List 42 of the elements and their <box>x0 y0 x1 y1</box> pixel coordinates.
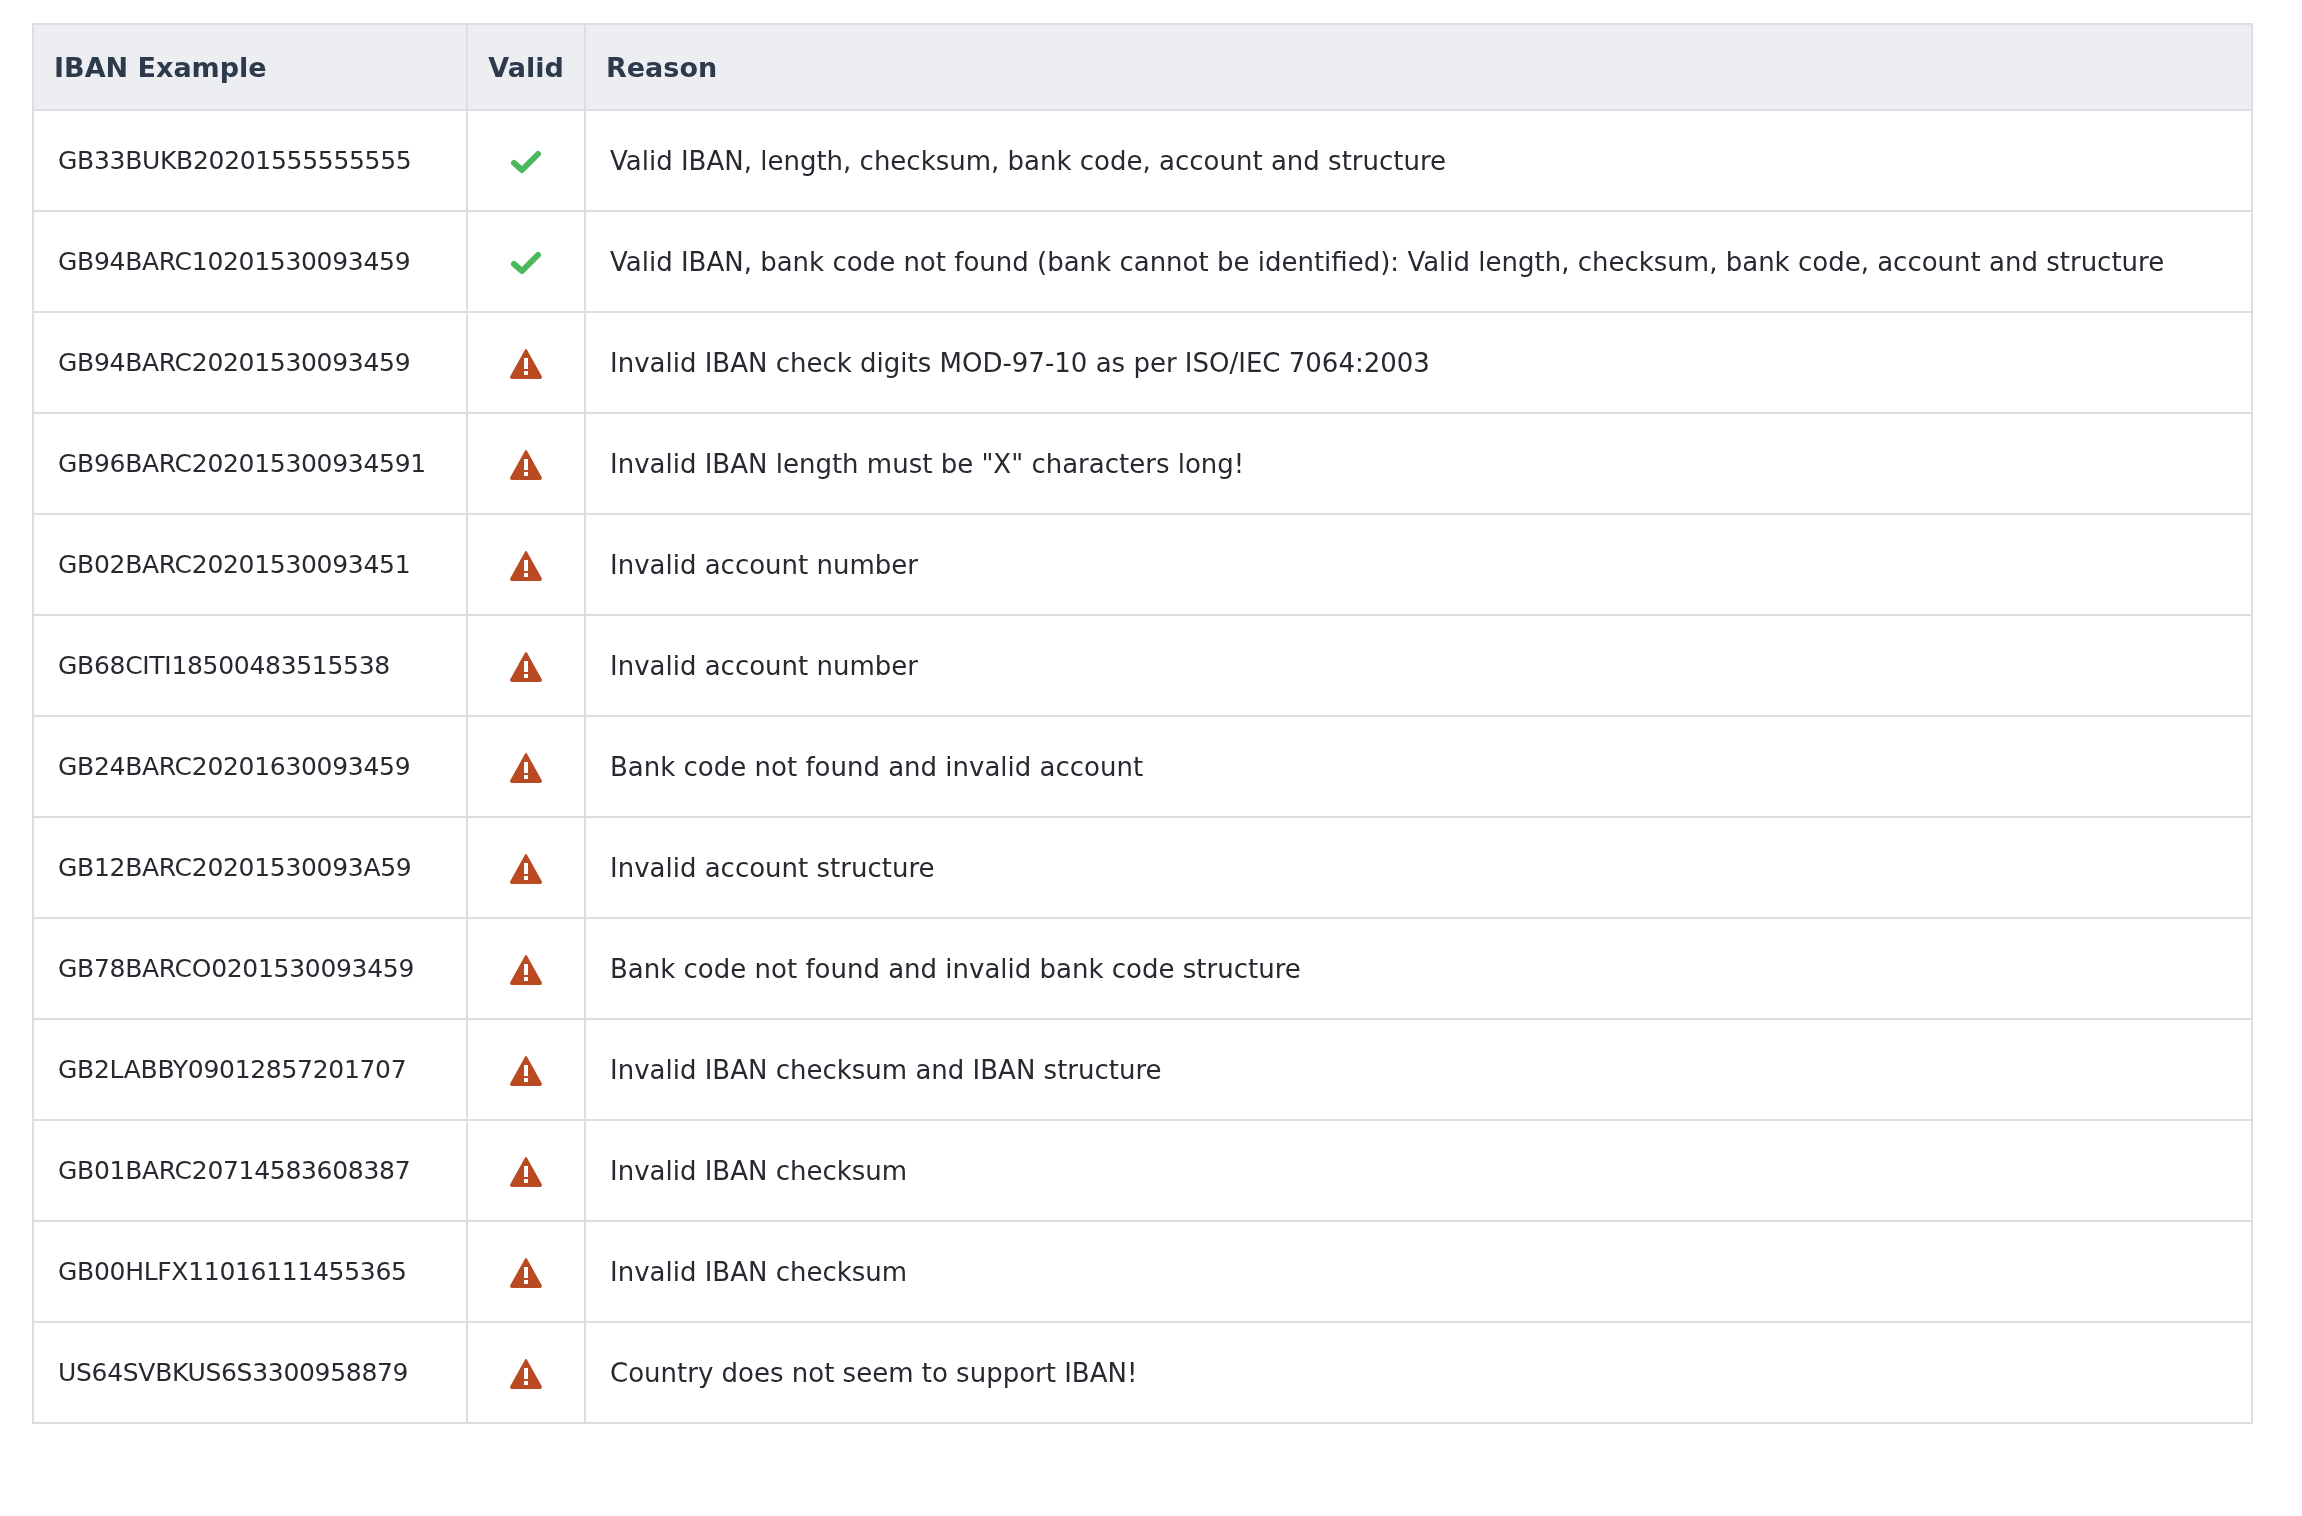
table-cell: Invalid IBAN checksum and IBAN structure <box>585 1019 2252 1120</box>
warning-icon <box>510 1359 542 1389</box>
table-cell: Bank code not found and invalid bank code structure <box>585 918 2252 1019</box>
warning-icon <box>510 854 542 884</box>
check-icon <box>511 251 541 275</box>
warning-icon <box>510 450 542 480</box>
table-cell: Country does not seem to support IBAN! <box>585 1322 2252 1423</box>
table-cell: Valid IBAN, length, checksum, bank code, account and structure <box>585 110 2252 211</box>
table-cell: Invalid IBAN checksum <box>585 1120 2252 1221</box>
check-icon <box>511 150 541 174</box>
table-cell: GB2LABBY09012857201707 <box>33 1019 467 1120</box>
table-cell: GB02BARC20201530093451 <box>33 514 467 615</box>
warning-icon <box>510 1258 542 1288</box>
table-cell: Invalid IBAN checksum <box>585 1221 2252 1322</box>
table-cell: GB94BARC20201530093459 <box>33 312 467 413</box>
warning-icon <box>510 1157 542 1187</box>
table-cell: US64SVBKUS6S3300958879 <box>33 1322 467 1423</box>
table-cell: Invalid IBAN length must be "X" characters long! <box>585 413 2252 514</box>
table-cell: GB00HLFX11016111455365 <box>33 1221 467 1322</box>
table-cell: Valid IBAN, bank code not found (bank cannot be identified): Valid length, checksum, bank code, account and structure <box>585 211 2252 312</box>
table-cell: GB01BARC20714583608387 <box>33 1120 467 1221</box>
table-cell: GB94BARC10201530093459 <box>33 211 467 312</box>
table-cell: Invalid account structure <box>585 817 2252 918</box>
table-cell: Bank code not found and invalid account <box>585 716 2252 817</box>
warning-icon <box>510 551 542 581</box>
column-header: Reason <box>585 24 2252 110</box>
column-header: Valid <box>467 24 585 110</box>
column-header: IBAN Example <box>33 24 467 110</box>
warning-icon <box>510 652 542 682</box>
table-cell: GB68CITI18500483515538 <box>33 615 467 716</box>
table-cell: Invalid account number <box>585 514 2252 615</box>
table-cell: Invalid account number <box>585 615 2252 716</box>
table-cell: GB24BARC20201630093459 <box>33 716 467 817</box>
warning-icon <box>510 1056 542 1086</box>
warning-icon <box>510 955 542 985</box>
warning-icon <box>510 349 542 379</box>
table-cell: GB33BUKB20201555555555 <box>33 110 467 211</box>
table-cell: GB78BARCO0201530093459 <box>33 918 467 1019</box>
warning-icon <box>510 753 542 783</box>
table-cell: GB12BARC20201530093A59 <box>33 817 467 918</box>
table-cell: Invalid IBAN check digits MOD-97-10 as per ISO/IEC 7064:2003 <box>585 312 2252 413</box>
table-cell: GB96BARC202015300934591 <box>33 413 467 514</box>
